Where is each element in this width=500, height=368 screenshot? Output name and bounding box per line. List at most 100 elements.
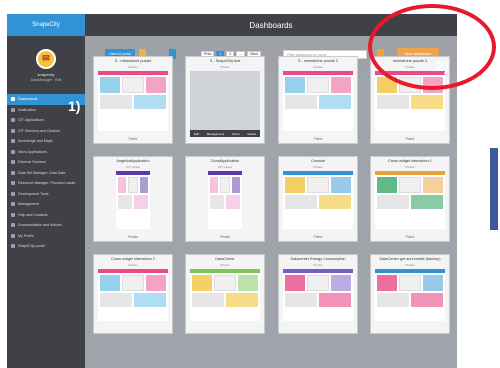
dashboard-thumbnail[interactable] [283, 71, 353, 131]
card-title[interactable]: S - Snap4City test [186, 57, 264, 65]
dashboard-thumbnail[interactable] [375, 171, 445, 229]
nav-icon [11, 149, 15, 154]
card-title[interactable]: Cross widget interaction 2 [94, 255, 172, 263]
dashboard-card[interactable]: AngelicaApplication IOT pages Private [93, 156, 173, 242]
dashboard-card[interactable]: DataCenter get and emails (backup) Privat… [370, 254, 450, 334]
sidebar-item[interactable]: Management [7, 199, 85, 210]
sidebar-item-label: Resource Manager: Process Loader [18, 181, 76, 186]
dashboard-thumbnail[interactable] [283, 269, 353, 321]
sidebar-item[interactable]: External Services [7, 157, 85, 168]
card-title[interactable]: CloudApplication [186, 157, 264, 165]
dashboard-card[interactable]: S - minestrone puzzle 2 Private Public [278, 56, 358, 144]
nav-icon [11, 97, 15, 102]
sidebar-item-label: Help and Contacts [18, 212, 48, 217]
dashboard-card[interactable]: S - Snap4City test Private Edit Management C… [185, 56, 265, 144]
sidebar-item[interactable]: My Profile [7, 231, 85, 242]
user-role: DataManager · Edit [30, 77, 62, 82]
sidebar-item[interactable]: Help and Contacts [7, 210, 85, 221]
nav-icon [11, 212, 15, 217]
highlight-circle [368, 4, 496, 90]
nav-icon [11, 233, 15, 238]
nav-icon [11, 128, 15, 133]
screenshot-frame: SnapeCity ✉ snapecity DataManager · Edit… [0, 0, 500, 368]
dashboard-card[interactable]: CloudApplication IOT pages Private [185, 156, 265, 242]
card-title[interactable]: Cross widget interaction 1 [371, 157, 449, 165]
avatar[interactable]: ✉ [36, 48, 56, 69]
nav-icon [11, 107, 15, 112]
dashboard-card[interactable]: Cross widget interaction 1 Private Public [370, 156, 450, 242]
card-footer: Public [405, 235, 415, 239]
sidebar-item-label: Micro Applications [18, 149, 47, 154]
sidebar-item[interactable]: IOT Directory and Devices [7, 126, 85, 137]
sidebar-item[interactable]: Resource Manager: Process Loader [7, 178, 85, 189]
nav-icon [11, 160, 15, 165]
card-title[interactable]: AngelicaApplication [94, 157, 172, 165]
sidebar-item-label: IOT Directory and Devices [18, 128, 61, 133]
app-brand[interactable]: SnapeCity [7, 14, 85, 36]
sidebar-item[interactable]: Snap4City portal [7, 241, 85, 252]
card-action-button[interactable]: Edit [194, 132, 199, 136]
card-title[interactable]: S - minestrone puzzle [94, 57, 172, 65]
sidebar-item[interactable]: Documentation and Articles [7, 220, 85, 231]
card-visibility: Private [313, 65, 323, 69]
sidebar-item-label: IOT Applications [18, 118, 45, 123]
card-visibility: Private [128, 263, 138, 267]
dashboard-card[interactable]: Cross widget interaction 2 Private [93, 254, 173, 334]
dashboard-card[interactable]: Datacenter Energy Consumption Private [278, 254, 358, 334]
card-title[interactable]: DataCenter [186, 255, 264, 263]
dashboard-thumbnail[interactable] [283, 171, 353, 229]
card-visibility: Private [405, 263, 415, 267]
dashboard-thumbnail[interactable] [190, 269, 260, 321]
nav-icon [11, 170, 15, 175]
dashboard-thumbnail[interactable] [375, 269, 445, 321]
card-visibility: IOT pages [218, 165, 232, 169]
card-title[interactable]: DataCenter get and emails (backup) [371, 255, 449, 263]
side-decoration [490, 148, 498, 230]
dashboard-thumbnail[interactable] [190, 71, 260, 131]
sidebar-item-label: Data Set Manager: Data Gate [18, 170, 66, 175]
sidebar-item-label: Snap4City portal [18, 244, 45, 249]
card-visibility: Private [405, 165, 415, 169]
card-visibility: IOT pages [126, 165, 140, 169]
step-marker-1: 1) [68, 98, 81, 114]
sidebar-item-label: Notification [18, 107, 36, 112]
dashboard-card[interactable]: S - minestrone puzzle Private Public [93, 56, 173, 144]
user-profile: ✉ snapecity DataManager · Edit [7, 36, 85, 94]
sidebar-nav: Dashboards Notification IOT Applications IO… [7, 94, 85, 252]
nav-icon [11, 202, 15, 207]
dashboard-card[interactable]: DataCenter Private [185, 254, 265, 334]
sidebar-item-label: Development Tools [18, 191, 49, 196]
step-marker-2: 2) [436, 58, 449, 74]
sidebar-item-label: Knowledge and Maps [18, 139, 53, 144]
nav-icon [11, 223, 15, 228]
nav-icon [11, 244, 15, 249]
sidebar-item[interactable]: IOT Applications [7, 115, 85, 126]
card-action-button[interactable]: Management [207, 132, 225, 136]
dashboard-card[interactable]: Console Private Public [278, 156, 358, 242]
dashboard-thumbnail[interactable] [98, 269, 168, 321]
card-actions: Edit Management Clone Delete [190, 130, 260, 137]
card-footer: Public [313, 235, 323, 239]
card-action-button[interactable]: Delete [247, 132, 256, 136]
sidebar-item-label: Documentation and Articles [18, 223, 62, 228]
dashboard-thumbnail[interactable] [98, 71, 168, 131]
dashboard-thumbnail[interactable] [208, 171, 242, 229]
card-title[interactable]: Datacenter Energy Consumption [279, 255, 357, 263]
card-visibility: Private [313, 165, 323, 169]
dashboard-thumbnail[interactable] [116, 171, 150, 229]
card-title[interactable]: Console [279, 157, 357, 165]
sidebar: SnapeCity ✉ snapecity DataManager · Edit… [7, 14, 85, 368]
card-footer: Public [405, 137, 415, 141]
sidebar-item[interactable]: Knowledge and Maps [7, 136, 85, 147]
nav-icon [11, 118, 15, 123]
sidebar-item-label: External Services [18, 160, 46, 165]
card-visibility: Private [313, 263, 323, 267]
sidebar-item[interactable]: Development Tools [7, 189, 85, 200]
card-action-button[interactable]: Clone [232, 132, 240, 136]
card-footer: Public [313, 137, 323, 141]
sidebar-item-label: Management [18, 202, 39, 207]
sidebar-item[interactable]: Data Set Manager: Data Gate [7, 168, 85, 179]
sidebar-item[interactable]: Micro Applications [7, 147, 85, 158]
card-visibility: Private [220, 65, 230, 69]
card-title[interactable]: S - minestrone puzzle 2 [279, 57, 357, 65]
